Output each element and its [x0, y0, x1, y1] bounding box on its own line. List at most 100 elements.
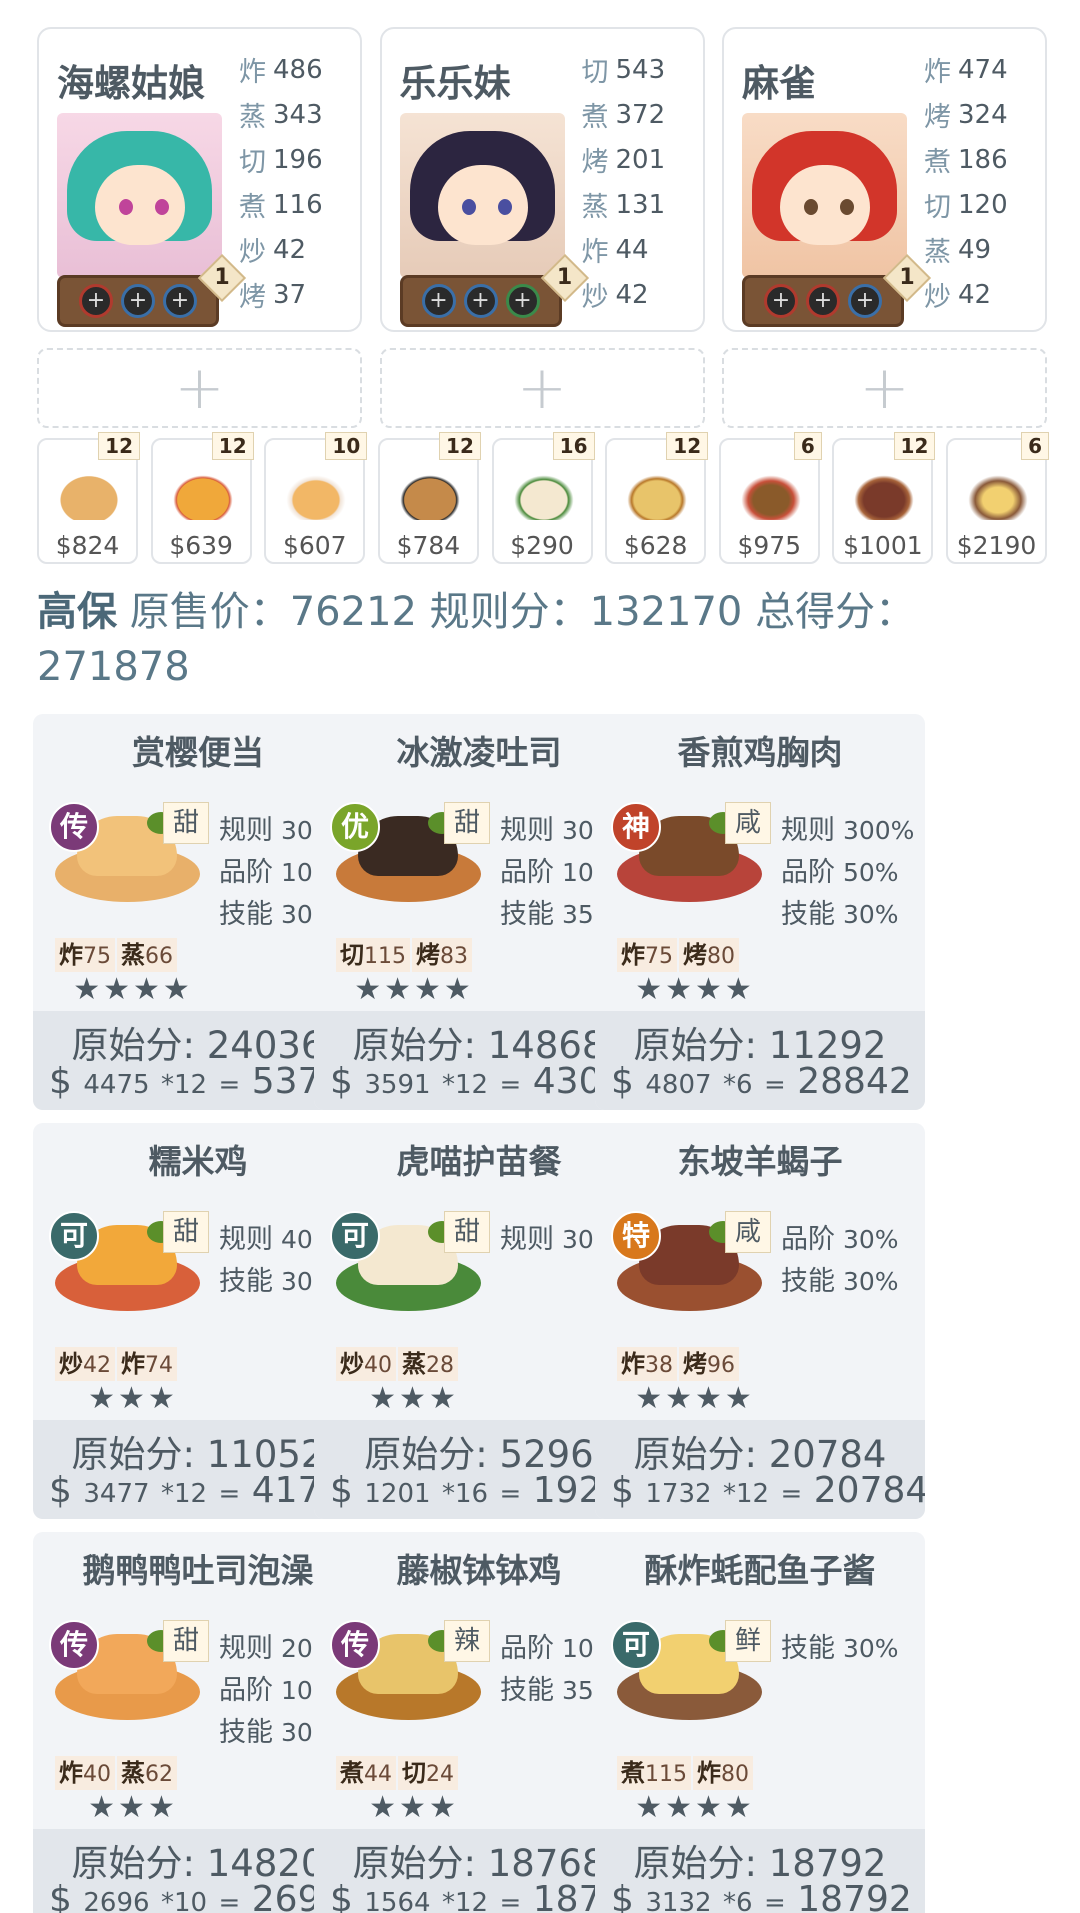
dish-icon	[53, 470, 125, 520]
bonus-row: 品阶 30%	[781, 1224, 899, 1255]
chef-row: 海螺姑娘 + + + 1 炸 486 蒸 343 切 196 煮 116 炒 42 烤 37	[37, 27, 1047, 332]
dish-price: $639	[169, 531, 233, 560]
skill-row: 蒸 131	[581, 189, 666, 224]
dish-thumb[interactable]: 6 $975	[718, 432, 822, 564]
quantity-badge: 6	[1021, 432, 1049, 460]
slot-add-icon[interactable]: +	[806, 284, 840, 318]
equipment-slots: + + +	[57, 275, 219, 327]
taste-badge: 甜	[163, 802, 209, 844]
recipe-card[interactable]: 酥炸蚝配鱼子酱可 鲜技能 30% 煮115 炸80 ★★★★ 原始分: 18792 $ 31…	[595, 1532, 925, 1913]
skill-row: 烤 201	[581, 144, 666, 179]
score-summary: 高保 原售价：76212 规则分：132170 总得分：271878	[37, 585, 1047, 695]
dish-icon	[166, 470, 239, 520]
bonus-list: 规则 300% 品阶 50% 技能 30%	[781, 808, 921, 934]
score-footer: 原始分: 11292 $ 4807 *6 = 28842	[595, 1011, 925, 1110]
recipe-card[interactable]: 香煎鸡胸肉神 咸规则 300% 品阶 50% 技能 30% 炸75 烤80 ★★★★ 原始分:…	[595, 714, 925, 1110]
rarity-badge: 可	[330, 1211, 380, 1261]
quantity-badge: 12	[439, 432, 481, 460]
chef-name: 乐乐妹	[399, 62, 511, 105]
dish-thumb[interactable]: 12 $824	[37, 432, 140, 564]
quantity-badge: 12	[211, 432, 254, 460]
price-calculation: $ 1201 *16 = 19216	[330, 1470, 644, 1511]
taste-badge: 辣	[444, 1620, 490, 1662]
chef-card-1[interactable]: 海螺姑娘 + + + 1 炸 486 蒸 343 切 196 煮 116 炒 42 烤 37	[37, 27, 362, 332]
chef-portrait	[742, 113, 907, 278]
skill-requirements: 炸75 烤80	[617, 938, 739, 972]
add-equipment-button[interactable]: +	[379, 348, 705, 428]
star-rating: ★★★	[369, 1381, 459, 1416]
quantity-badge: 12	[893, 432, 936, 460]
dish-price: $784	[396, 531, 461, 560]
skill-row: 炒 42	[924, 279, 992, 314]
slot-add-icon[interactable]: +	[163, 284, 197, 318]
rarity-badge: 可	[49, 1211, 99, 1261]
rarity-badge: 传	[49, 1620, 99, 1670]
add-equipment-row: + + +	[37, 348, 1047, 428]
rarity-badge: 特	[611, 1211, 661, 1261]
skill-row: 炸 486	[239, 54, 323, 89]
slot-add-icon[interactable]: +	[505, 284, 540, 318]
skill-requirements: 炒40 蒸28	[336, 1347, 458, 1381]
slot-add-icon[interactable]: +	[463, 284, 498, 318]
bonus-row: 技能 30%	[781, 899, 899, 930]
chef-card-3[interactable]: 麻雀 + + + 1 炸 474 烤 324 煮 186 切 120 蒸 49 炒 42	[722, 27, 1047, 332]
add-equipment-button[interactable]: +	[37, 348, 362, 428]
skill-requirements: 炸38 烤96	[617, 1347, 739, 1381]
slot-add-icon[interactable]: +	[421, 284, 456, 318]
taste-badge: 甜	[444, 802, 490, 844]
add-equipment-button[interactable]: +	[722, 348, 1047, 428]
dish-icon	[393, 470, 466, 520]
price-calculation: $ 3132 *6 = 18792	[611, 1879, 912, 1913]
skill-requirement: 烤83	[412, 938, 472, 972]
dish-thumb[interactable]: 16 $290	[491, 432, 595, 564]
dish-price: $1001	[843, 531, 923, 560]
price-calculation: $ 3477 *12 = 41724	[49, 1470, 363, 1511]
slot-add-icon[interactable]: +	[121, 284, 155, 318]
dish-price: $975	[737, 531, 802, 560]
skill-row: 煮 186	[924, 144, 1008, 179]
skill-requirements: 切115 烤83	[336, 938, 472, 972]
chef-card-2[interactable]: 乐乐妹 + + + 1 切 543 煮 372 烤 201 蒸 131 炸 44 炒 42	[379, 27, 705, 332]
rarity-badge: 优	[330, 802, 380, 852]
dish-thumb[interactable]: 6 $2190	[946, 432, 1049, 564]
recipe-card[interactable]: 东坡羊蝎子特 咸品阶 30% 技能 30% 炸38 烤96 ★★★★ 原始分: 20784 $…	[595, 1123, 925, 1519]
taste-badge: 鲜	[725, 1620, 771, 1662]
rarity-badge: 传	[49, 802, 99, 852]
slot-add-icon[interactable]: +	[764, 284, 798, 318]
taste-badge: 咸	[725, 1211, 771, 1253]
price-calculation: $ 4807 *6 = 28842	[611, 1061, 912, 1102]
dish-thumb[interactable]: 12 $639	[150, 432, 254, 564]
recipe-title: 东坡羊蝎子	[677, 1142, 843, 1181]
rarity-badge: 神	[611, 802, 661, 852]
bonus-row: 规则 300%	[781, 815, 915, 846]
star-rating: ★★★★	[635, 1381, 755, 1416]
bonus-row: 技能 30%	[781, 1266, 899, 1297]
skill-row: 烤 324	[924, 99, 1008, 134]
summary-chef-name: 高保	[37, 589, 117, 635]
dish-icon	[621, 470, 694, 520]
slot-add-icon[interactable]: +	[848, 284, 882, 318]
price-calculation: $ 1732 *12 = 20784	[611, 1470, 925, 1511]
dish-thumb[interactable]: 12 $784	[377, 432, 481, 564]
skill-requirement: 煮44	[336, 1756, 396, 1790]
skill-row: 炒 42	[239, 234, 307, 269]
slot-add-icon[interactable]: +	[79, 284, 113, 318]
dish-thumb[interactable]: 12 $628	[605, 432, 709, 564]
star-rating: ★★★	[369, 1790, 459, 1825]
price-calculation: $ 2696 *10 = 26960	[49, 1879, 363, 1913]
skill-requirement: 炒40	[336, 1347, 396, 1381]
skill-row: 蒸 49	[924, 234, 992, 269]
dish-thumb[interactable]: 10 $607	[264, 432, 368, 564]
bonus-list: 品阶 30% 技能 30%	[781, 1217, 921, 1301]
dish-thumb[interactable]: 12 $1001	[832, 432, 936, 564]
quantity-badge: 16	[552, 432, 595, 460]
skill-requirement: 炒42	[55, 1347, 115, 1381]
level-number: 1	[899, 265, 915, 290]
skill-requirement: 炸80	[693, 1756, 753, 1790]
star-rating: ★★★★	[354, 972, 474, 1007]
star-rating: ★★★	[88, 1381, 178, 1416]
dish-icon	[280, 470, 353, 520]
star-rating: ★★★	[88, 1790, 178, 1825]
skill-requirement: 切115	[336, 938, 410, 972]
skill-requirement: 切24	[398, 1756, 458, 1790]
